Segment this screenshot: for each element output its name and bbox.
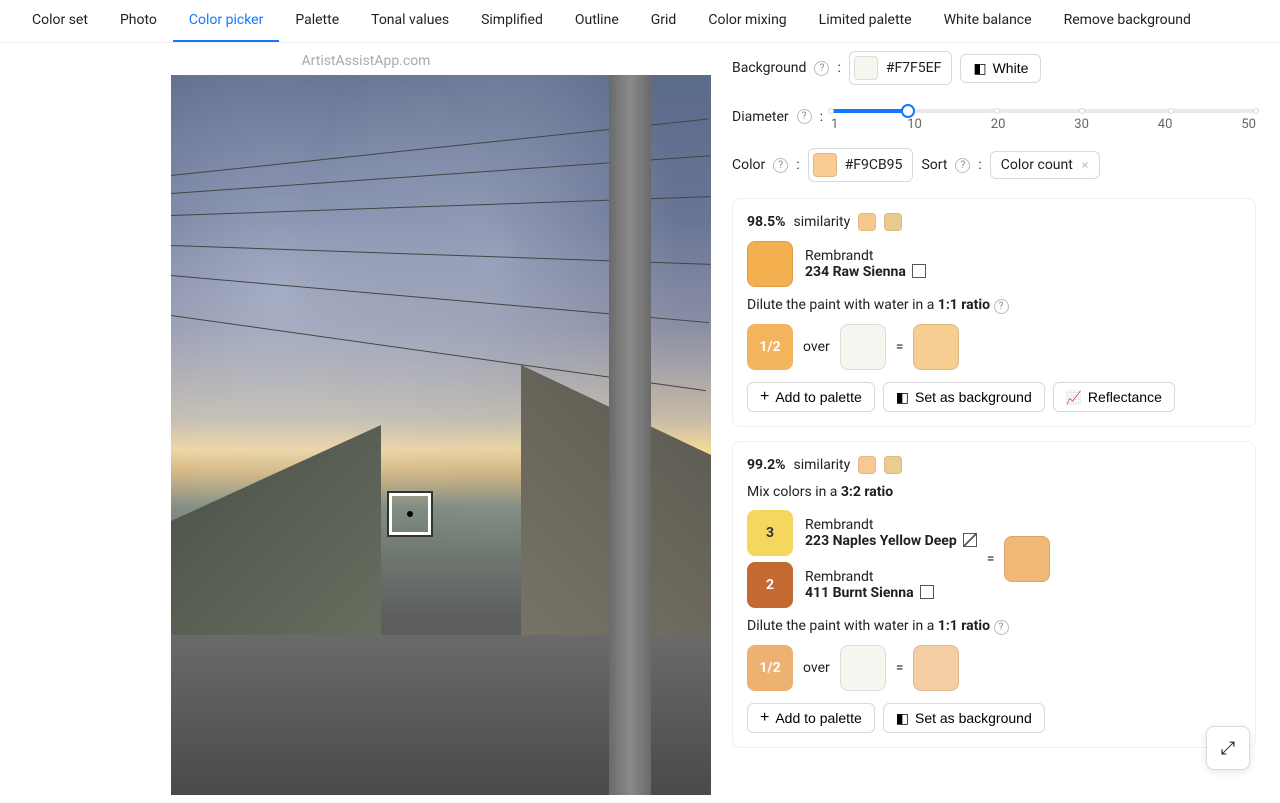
similarity-value: 99.2% (747, 457, 786, 473)
checkbox-icon[interactable] (963, 533, 977, 547)
diameter-slider[interactable]: 1 10 20 30 40 50 (831, 101, 1256, 132)
similarity-label: similarity (794, 457, 851, 473)
tab-tonal-values[interactable]: Tonal values (355, 0, 465, 42)
color-swatch (813, 153, 837, 177)
format-painter-icon (896, 710, 909, 727)
paint-card: 98.5% similarity Rembrandt 234 Raw Sienn… (732, 198, 1256, 427)
slider-thumb[interactable] (901, 104, 915, 118)
tab-color-set[interactable]: Color set (16, 0, 104, 42)
help-icon[interactable]: ? (994, 620, 1009, 635)
paint-name: 223 Naples Yellow Deep (805, 533, 957, 549)
similarity-value: 98.5% (747, 214, 786, 230)
dilute-equation: 1/2 over = (747, 645, 1241, 691)
target-swatch (858, 213, 876, 231)
paint-brand: Rembrandt (805, 569, 934, 585)
background-hex: #F7F5EF (886, 60, 942, 76)
paint-brand: Rembrandt (805, 517, 977, 533)
tab-photo[interactable]: Photo (104, 0, 173, 42)
target-swatch (858, 456, 876, 474)
format-painter-icon (973, 60, 986, 77)
tab-outline[interactable]: Outline (559, 0, 635, 42)
background-label: Background (732, 60, 806, 76)
color-sort-row: Color ? : #F9CB95 Sort ? : Color count (732, 148, 1256, 182)
fraction-swatch: 1/2 (747, 645, 793, 691)
sort-label: Sort (921, 157, 947, 173)
compress-button[interactable]: ⤢ (1206, 726, 1250, 770)
paint-swatch (747, 241, 793, 287)
set-as-background-button[interactable]: Set as background (883, 382, 1045, 412)
reflectance-button[interactable]: Reflectance (1053, 382, 1175, 412)
picker-box[interactable] (389, 493, 431, 535)
background-input[interactable]: #F7F5EF (849, 51, 953, 85)
tab-limited-palette[interactable]: Limited palette (803, 0, 928, 42)
paint-brand: Rembrandt (805, 248, 926, 264)
checkbox-icon[interactable] (920, 585, 934, 599)
paint-card: 99.2% similarity Mix colors in a 3:2 rat… (732, 441, 1256, 748)
mix-row: 3 Rembrandt 223 Naples Yellow Deep 2 Rem… (747, 510, 1241, 608)
sort-select[interactable]: Color count (990, 151, 1100, 179)
background-row: Background ? : #F7F5EF White (732, 51, 1256, 85)
color-input[interactable]: #F9CB95 (808, 148, 914, 182)
background-swatch (854, 56, 878, 80)
plus-icon (760, 709, 769, 727)
color-label: Color (732, 157, 765, 173)
similarity-label: similarity (794, 214, 851, 230)
add-to-palette-button[interactable]: Add to palette (747, 703, 875, 733)
over-swatch (840, 324, 886, 370)
photo-canvas[interactable] (171, 75, 711, 795)
set-as-background-button[interactable]: Set as background (883, 703, 1045, 733)
help-icon[interactable]: ? (994, 299, 1009, 314)
diameter-row: Diameter ? : 1 10 20 30 (732, 101, 1256, 132)
tab-palette[interactable]: Palette (279, 0, 355, 42)
match-swatch (884, 213, 902, 231)
tab-remove-background[interactable]: Remove background (1048, 0, 1207, 42)
compress-icon: ⤢ (1221, 738, 1235, 759)
dilute-equation: 1/2 over = (747, 324, 1241, 370)
tab-color-picker[interactable]: Color picker (173, 0, 279, 42)
diameter-label: Diameter (732, 109, 789, 125)
tabs: Color set Photo Color picker Palette Ton… (0, 0, 1280, 43)
result-swatch (913, 324, 959, 370)
tab-simplified[interactable]: Simplified (465, 0, 559, 42)
paint-name: 234 Raw Sienna (805, 264, 906, 280)
plus-icon (760, 388, 769, 406)
line-chart-icon (1066, 389, 1082, 406)
add-to-palette-button[interactable]: Add to palette (747, 382, 875, 412)
mix-result-swatch (1004, 536, 1050, 582)
white-button[interactable]: White (960, 54, 1041, 83)
tab-white-balance[interactable]: White balance (928, 0, 1048, 42)
result-swatch (913, 645, 959, 691)
help-icon[interactable]: ? (814, 61, 829, 76)
help-icon[interactable]: ? (773, 158, 788, 173)
format-painter-icon (896, 389, 909, 406)
mix-text: Mix colors in a 3:2 ratio (747, 484, 1241, 500)
checkbox-icon[interactable] (912, 264, 926, 278)
help-icon[interactable]: ? (797, 109, 812, 124)
tab-grid[interactable]: Grid (635, 0, 693, 42)
picker-dot (407, 511, 413, 517)
dilute-text: Dilute the paint with water in a 1:1 rat… (747, 618, 1241, 635)
fraction-swatch: 1/2 (747, 324, 793, 370)
dilute-text: Dilute the paint with water in a 1:1 rat… (747, 297, 1241, 314)
over-swatch (840, 645, 886, 691)
part-swatch: 3 (747, 510, 793, 556)
part-swatch: 2 (747, 562, 793, 608)
tab-color-mixing[interactable]: Color mixing (692, 0, 802, 42)
color-hex: #F9CB95 (845, 157, 903, 173)
watermark: ArtistAssistApp.com (302, 53, 431, 69)
paint-name: 411 Burnt Sienna (805, 585, 914, 601)
match-swatch (884, 456, 902, 474)
help-icon[interactable]: ? (955, 158, 970, 173)
